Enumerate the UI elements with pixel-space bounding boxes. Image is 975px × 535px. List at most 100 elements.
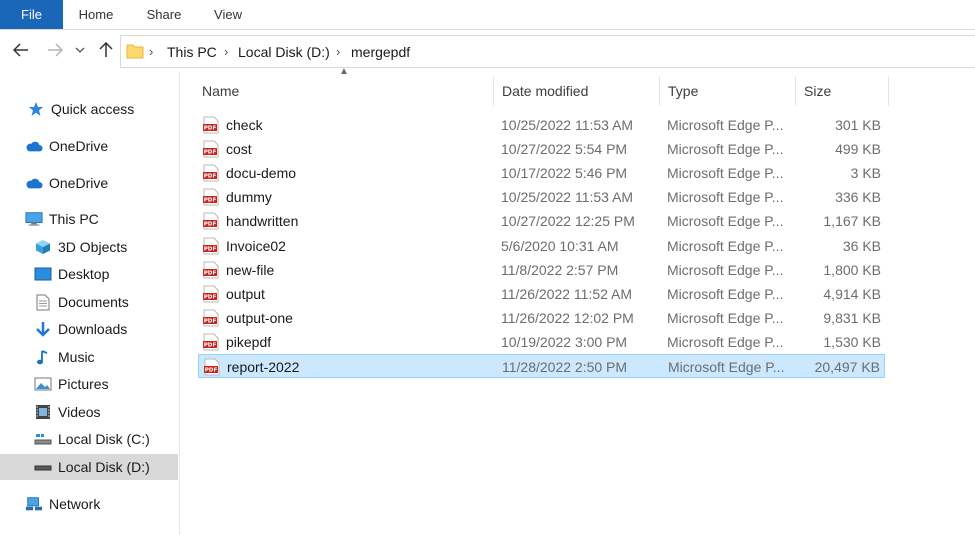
drive-icon xyxy=(34,430,52,448)
cloud-icon xyxy=(25,174,43,192)
sidebar-item-label: Local Disk (D:) xyxy=(58,459,150,475)
column-header-type[interactable]: Type xyxy=(660,76,796,106)
file-size: 36 KB xyxy=(842,237,881,254)
sidebar-item-desktop[interactable]: Desktop xyxy=(0,261,178,287)
pdf-file-icon: PDF xyxy=(204,358,220,376)
download-icon xyxy=(34,320,52,338)
sidebar-item-quick-access[interactable]: Quick access xyxy=(0,96,178,122)
sidebar-item-videos[interactable]: Videos xyxy=(0,399,178,425)
pdf-file-icon: PDF xyxy=(203,164,219,182)
table-row[interactable]: PDF report-2022 11/28/2022 2:50 PM Microsof… xyxy=(198,354,885,378)
svg-text:PDF: PDF xyxy=(204,246,217,252)
pdf-file-icon: PDF xyxy=(203,285,219,303)
tab-file[interactable]: File xyxy=(0,0,63,29)
table-row[interactable]: PDF handwritten 10/27/2022 12:25 PM Microso… xyxy=(198,209,885,233)
pdf-file-icon: PDF xyxy=(203,309,219,327)
table-row[interactable]: PDF Invoice02 5/6/2020 10:31 AM Microsoft E… xyxy=(198,234,885,258)
svg-text:PDF: PDF xyxy=(204,222,217,228)
sidebar-item-label: Desktop xyxy=(58,266,110,282)
music-icon xyxy=(34,348,52,366)
svg-text:PDF: PDF xyxy=(205,368,218,374)
table-row[interactable]: PDF dummy 10/25/2022 11:53 AM Microsoft Edg… xyxy=(198,185,885,209)
file-size: 1,167 KB xyxy=(823,213,881,230)
table-row[interactable]: PDF check 10/25/2022 11:53 AM Microsoft Edg… xyxy=(198,113,885,137)
file-size: 20,497 KB xyxy=(814,359,880,375)
arrow-up-icon xyxy=(99,42,113,57)
file-size: 301 KB xyxy=(835,117,881,133)
address-bar[interactable]: › This PC › Local Disk (D:) › mergepdf xyxy=(120,35,975,68)
table-row[interactable]: PDF cost 10/27/2022 5:54 PM Microsoft Edge … xyxy=(198,137,885,161)
sidebar-item-label: Documents xyxy=(58,294,129,310)
file-type: Microsoft Edge P... xyxy=(667,141,784,158)
sidebar-item-downloads[interactable]: Downloads xyxy=(0,316,178,342)
file-list: ▲ Name Date modified Type Size PDF check 1… xyxy=(181,66,975,535)
sidebar-item-onedrive-2[interactable]: OneDrive xyxy=(0,170,178,196)
pdf-file-icon: PDF xyxy=(203,333,219,351)
sidebar-item-label: Quick access xyxy=(51,101,135,117)
file-date-modified: 10/25/2022 11:53 AM xyxy=(501,189,634,206)
file-name: docu-demo xyxy=(226,165,297,182)
pdf-file-icon: PDF xyxy=(203,188,219,206)
up-button[interactable] xyxy=(95,39,117,61)
table-row[interactable]: PDF output 11/26/2022 11:52 AM Microsoft Ed… xyxy=(198,282,885,306)
file-size: 336 KB xyxy=(835,189,881,206)
file-date-modified: 10/25/2022 11:53 AM xyxy=(501,117,634,133)
column-header-size[interactable]: Size xyxy=(796,76,889,106)
sidebar-item-3d-objects[interactable]: 3D Objects xyxy=(0,234,178,260)
file-size: 1,530 KB xyxy=(823,333,881,350)
sidebar-item-network[interactable]: Network xyxy=(0,491,178,517)
breadcrumb-mergepdf[interactable]: mergepdf xyxy=(351,44,410,60)
tab-view[interactable]: View xyxy=(200,0,256,29)
file-date-modified: 5/6/2020 10:31 AM xyxy=(501,237,619,254)
recent-locations-button[interactable] xyxy=(72,39,88,61)
sidebar-item-local-disk-d[interactable]: Local Disk (D:) xyxy=(0,454,178,480)
sidebar-item-music[interactable]: Music xyxy=(0,344,178,370)
pdf-file-icon: PDF xyxy=(203,237,219,254)
column-header-date-modified[interactable]: Date modified xyxy=(494,76,660,106)
navigation-pane: Quick access OneDrive OneDrive This PC 3… xyxy=(0,72,180,535)
breadcrumb-separator[interactable]: › xyxy=(224,44,228,59)
sidebar-item-this-pc[interactable]: This PC xyxy=(0,206,178,232)
svg-text:PDF: PDF xyxy=(204,342,217,348)
table-row[interactable]: PDF new-file 11/8/2022 2:57 PM Microsoft Ed… xyxy=(198,258,885,282)
breadcrumb-local-disk-d[interactable]: Local Disk (D:) xyxy=(238,44,330,60)
back-button[interactable] xyxy=(10,39,32,61)
column-header-name[interactable]: Name xyxy=(194,76,494,106)
table-row[interactable]: PDF docu-demo 10/17/2022 5:46 PM Microsoft … xyxy=(198,161,885,185)
file-type: Microsoft Edge P... xyxy=(667,261,784,278)
file-type: Microsoft Edge P... xyxy=(667,165,784,182)
file-size: 499 KB xyxy=(835,141,881,158)
pdf-file-icon: PDF xyxy=(203,261,219,279)
sidebar-item-documents[interactable]: Documents xyxy=(0,289,178,315)
file-size: 1,800 KB xyxy=(823,261,881,278)
file-type: Microsoft Edge P... xyxy=(667,189,784,206)
breadcrumb-separator[interactable]: › xyxy=(336,44,340,59)
document-icon xyxy=(34,293,52,311)
computer-icon xyxy=(25,210,43,228)
svg-text:PDF: PDF xyxy=(204,150,217,156)
sidebar-item-label: OneDrive xyxy=(49,175,109,191)
file-name: handwritten xyxy=(226,213,299,230)
file-size: 9,831 KB xyxy=(823,309,881,326)
cloud-icon xyxy=(25,137,43,155)
sidebar-item-label: Network xyxy=(49,496,101,512)
tab-share[interactable]: Share xyxy=(134,0,194,29)
file-size: 4,914 KB xyxy=(823,285,881,302)
breadcrumb-this-pc[interactable]: This PC xyxy=(167,44,217,60)
sidebar-item-pictures[interactable]: Pictures xyxy=(0,371,178,397)
sidebar-item-onedrive[interactable]: OneDrive xyxy=(0,133,178,159)
table-row[interactable]: PDF pikepdf 10/19/2022 3:00 PM Microsoft Ed… xyxy=(198,330,885,354)
table-row[interactable]: PDF output-one 11/26/2022 12:02 PM Microsof… xyxy=(198,306,885,330)
arrow-right-icon xyxy=(48,43,63,57)
forward-button[interactable] xyxy=(44,39,66,61)
drive-icon xyxy=(34,458,52,476)
sidebar-item-local-disk-c[interactable]: Local Disk (C:) xyxy=(0,426,178,452)
svg-text:PDF: PDF xyxy=(204,318,217,324)
tab-home[interactable]: Home xyxy=(66,0,126,29)
file-date-modified: 11/28/2022 2:50 PM xyxy=(502,359,628,375)
file-name: output-one xyxy=(226,309,293,326)
navigation-bar: › This PC › Local Disk (D:) › mergepdf xyxy=(0,30,975,72)
arrow-left-icon xyxy=(13,43,28,57)
ribbon: File Home Share View xyxy=(0,0,975,30)
sidebar-item-label: This PC xyxy=(49,211,99,227)
